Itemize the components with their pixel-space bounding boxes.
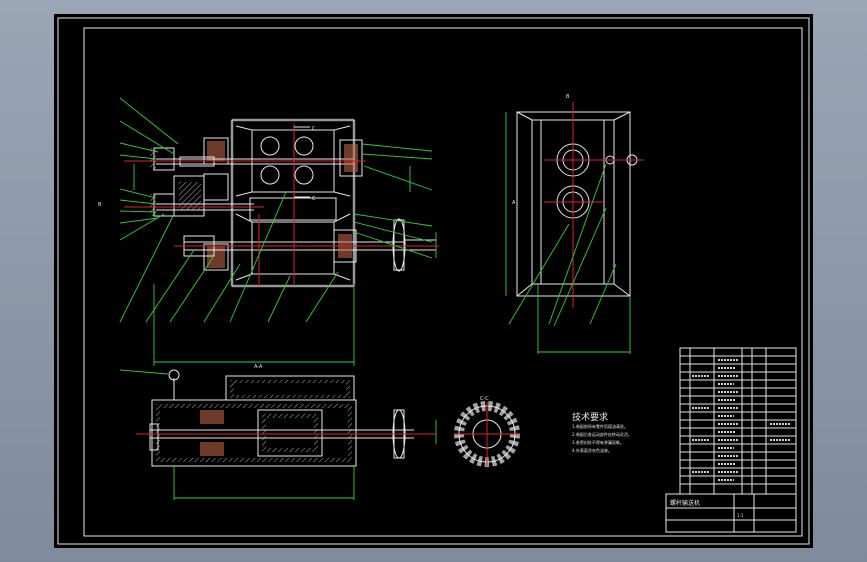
drawing-canvas: C C B A-A B A C-C 技术要求 1.装配前所有零件用煤油清洗。 2… xyxy=(57,17,810,545)
section-mark-a-side: A xyxy=(512,200,516,206)
side-view: B A xyxy=(505,94,644,354)
outer-border xyxy=(57,17,810,545)
section-mark-b-top: B xyxy=(566,94,570,100)
section-cc-label: C-C xyxy=(480,396,489,402)
top-view xyxy=(119,369,437,500)
scale-label: 1:1 xyxy=(737,513,744,518)
section-aa-label: A-A xyxy=(254,364,263,370)
notes-title: 技术要求 xyxy=(572,411,608,423)
note-4: 4.外表面涂灰色油漆。 xyxy=(572,447,612,453)
drawing-name: 螺杆输送机 xyxy=(670,499,700,507)
parts-list xyxy=(679,347,797,495)
note-1: 1.装配前所有零件用煤油清洗。 xyxy=(572,423,628,429)
technical-notes: 技术要求 1.装配前所有零件用煤油清洗。 2.装配后各运动部件应转动灵活。 3.… xyxy=(572,411,632,453)
cad-viewport[interactable]: C C B A-A B A C-C 技术要求 1.装配前所有零件用煤油清洗。 2… xyxy=(0,0,867,562)
section-mark-c-top: C xyxy=(312,126,316,132)
main-section-view: C C B A-A xyxy=(98,97,439,370)
drawing-sheet: C C B A-A B A C-C 技术要求 1.装配前所有零件用煤油清洗。 2… xyxy=(54,14,813,548)
section-cc-view: C-C xyxy=(454,396,520,467)
section-mark-c-bottom: C xyxy=(312,196,316,202)
note-2: 2.装配后各运动部件应转动灵活。 xyxy=(572,431,632,437)
title-block: 螺杆输送机 1:1 xyxy=(665,493,797,533)
section-mark-b-left: B xyxy=(98,202,102,208)
note-3: 3.各密封处不得有渗漏现象。 xyxy=(572,439,624,445)
